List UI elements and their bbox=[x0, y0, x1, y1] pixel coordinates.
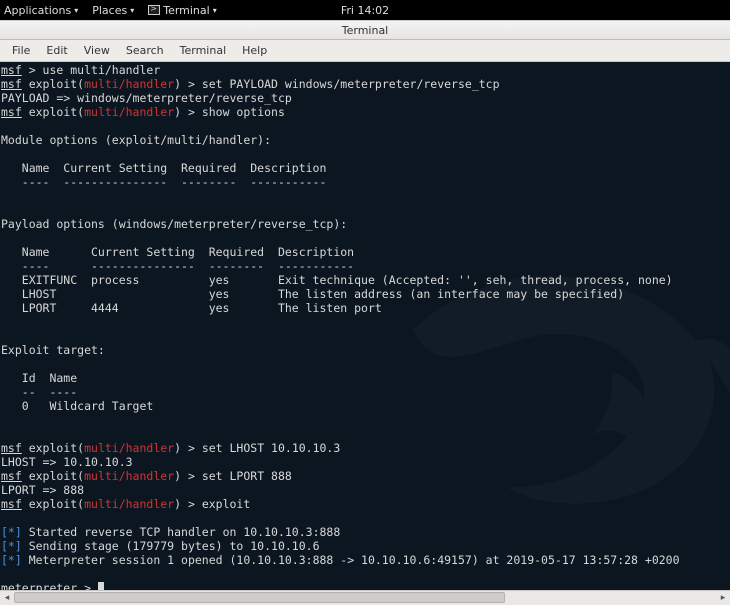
menu-terminal[interactable]: Terminal bbox=[172, 41, 235, 60]
menu-file[interactable]: File bbox=[4, 41, 38, 60]
caret-down-icon: ▾ bbox=[74, 6, 78, 15]
scroll-right-arrow-icon[interactable]: ▸ bbox=[716, 592, 730, 605]
menubar: File Edit View Search Terminal Help bbox=[0, 40, 730, 62]
terminal-launcher[interactable]: Terminal ▾ bbox=[148, 4, 217, 17]
window-title: Terminal bbox=[342, 24, 389, 37]
applications-label: Applications bbox=[4, 4, 71, 17]
gnome-topbar: Applications ▾ Places ▾ Terminal ▾ Fri 1… bbox=[0, 0, 730, 20]
scroll-thumb[interactable] bbox=[14, 592, 505, 603]
menu-edit[interactable]: Edit bbox=[38, 41, 75, 60]
places-menu[interactable]: Places ▾ bbox=[92, 4, 134, 17]
scroll-track[interactable] bbox=[14, 591, 716, 605]
cursor bbox=[98, 582, 104, 590]
clock[interactable]: Fri 14:02 bbox=[341, 4, 389, 17]
caret-down-icon: ▾ bbox=[213, 6, 217, 15]
terminal-pane[interactable]: msf > use multi/handler msf exploit(mult… bbox=[0, 62, 730, 590]
horizontal-scrollbar[interactable]: ◂ ▸ bbox=[0, 590, 730, 605]
menu-help[interactable]: Help bbox=[234, 41, 275, 60]
caret-down-icon: ▾ bbox=[130, 6, 134, 15]
terminal-icon bbox=[148, 5, 160, 15]
menu-view[interactable]: View bbox=[76, 41, 118, 60]
applications-menu[interactable]: Applications ▾ bbox=[4, 4, 78, 17]
window-titlebar[interactable]: Terminal bbox=[0, 20, 730, 40]
terminal-output: msf > use multi/handler msf exploit(mult… bbox=[0, 62, 730, 590]
scroll-left-arrow-icon[interactable]: ◂ bbox=[0, 592, 14, 605]
places-label: Places bbox=[92, 4, 127, 17]
terminal-label: Terminal bbox=[163, 4, 210, 17]
menu-search[interactable]: Search bbox=[118, 41, 172, 60]
